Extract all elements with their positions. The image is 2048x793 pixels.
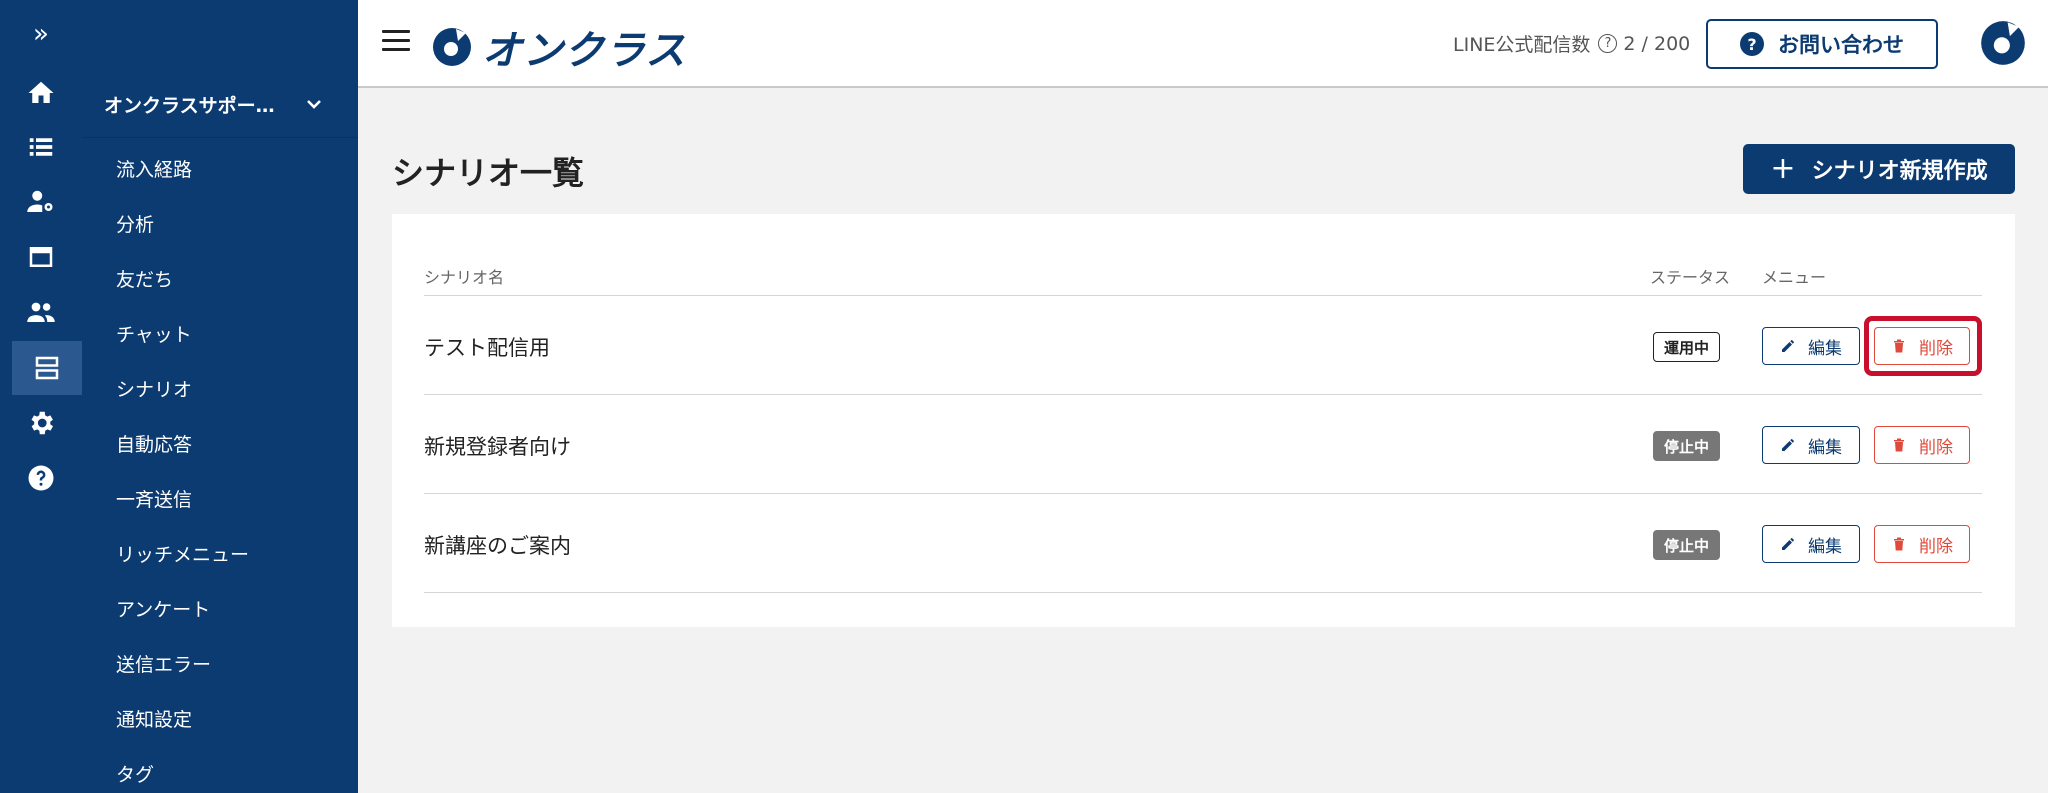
edit-button-label: 編集 [1808,338,1842,359]
table-row: テスト配信用 運用中 編集 削除 [424,296,1982,395]
sidebar-item-broadcast[interactable]: 一斉送信 [116,478,192,518]
contact-button-label: お問い合わせ [1778,33,1904,57]
top-header: オンクラス LINE公式配信数 ? 2 / 200 ? お問い合わせ [358,0,2048,88]
edit-button-label: 編集 [1808,437,1842,458]
rail-list[interactable] [0,120,82,174]
scenario-icon [35,356,59,380]
question-icon: ? [1740,32,1764,56]
sidebar-item-send-errors[interactable]: 送信エラー [116,643,211,683]
sidebar-item-label: 一斉送信 [116,488,193,511]
edit-button[interactable]: 編集 [1762,525,1860,563]
rail-settings[interactable] [0,396,82,450]
logo-mark-icon [433,28,471,66]
logo[interactable]: オンクラス [432,18,686,76]
column-header-menu: メニュー [1762,268,1827,287]
trash-icon [1894,438,1904,452]
scenario-name[interactable]: 新講座のご案内 [424,530,571,560]
contact-button[interactable]: ? お問い合わせ [1706,19,1938,69]
trash-icon [1894,537,1904,551]
sidebar-item-label: 通知設定 [116,708,193,731]
trash-icon [1894,339,1904,353]
sidebar-item-label: チャット [116,323,192,346]
edit-button[interactable]: 編集 [1762,426,1860,464]
rail-user-settings[interactable] [0,175,82,229]
sidebar-item-label: 分析 [116,213,155,236]
delivery-quota: LINE公式配信数 ? 2 / 200 [1453,30,1690,57]
account-selector[interactable]: オンクラスサポー… [82,72,358,138]
chevron-down-icon [307,100,321,109]
rail-help[interactable] [0,451,82,505]
sidebar-item-rich-menu[interactable]: リッチメニュー [116,533,249,573]
delete-button-label: 削除 [1919,338,1953,359]
quota-label: LINE公式配信数 [1453,34,1591,56]
pencil-icon [1782,439,1794,451]
scenario-table-card: シナリオ名 ステータス メニュー テスト配信用 運用中 編集 削除 新規登録者向… [392,214,2015,627]
quota-value: 2 / 200 [1623,32,1691,55]
sidebar-item-scenario[interactable]: シナリオ [116,368,192,408]
sidebar-item-label: 自動応答 [116,433,193,456]
pencil-icon [1782,340,1794,352]
icon-rail: » [0,0,82,793]
table-header: シナリオ名 ステータス メニュー [424,256,1982,296]
delete-button-label: 削除 [1919,536,1953,557]
page-title: シナリオ一覧 [392,154,585,192]
home-icon [28,81,54,103]
sidebar-item-label: アンケート [116,598,211,621]
sidebar-item-label: リッチメニュー [116,543,250,566]
rail-home[interactable] [0,66,82,120]
sidebar-item-label: 流入経路 [116,158,193,181]
rail-scenario[interactable] [12,341,82,395]
rail-people[interactable] [0,285,82,339]
expand-icon[interactable]: » [0,12,82,56]
sidebar-item-label: 友だち [116,268,174,291]
logo-text: オンクラス [482,28,687,74]
sidebar-item-chat[interactable]: チャット [116,313,192,353]
create-scenario-label: シナリオ新規作成 [1811,159,1988,184]
sidebar-item-notifications[interactable]: 通知設定 [116,698,192,738]
status-badge: 停止中 [1653,530,1721,560]
sidebar-item-survey[interactable]: アンケート [116,588,210,628]
user-settings-icon [27,190,53,212]
plus-icon: + [1770,151,1796,186]
account-name: オンクラスサポー… [104,95,275,117]
gear-icon [31,411,54,435]
status-badge: 停止中 [1653,431,1721,461]
delete-button[interactable]: 削除 [1874,426,1970,464]
people-icon [27,302,55,322]
sidebar-item-tags[interactable]: タグ [116,753,154,793]
sidebar-item-label: タグ [116,763,155,786]
edit-button[interactable]: 編集 [1762,327,1860,365]
column-header-status: ステータス [1650,268,1731,287]
sidebar-item-analysis[interactable]: 分析 [116,203,154,243]
sidebar-item-auto-reply[interactable]: 自動応答 [116,423,192,463]
sidebar: オンクラスサポー… 流入経路 分析 友だち チャット シナリオ 自動応答 一斉送… [82,0,358,793]
sidebar-item-label: 送信エラー [116,653,212,676]
avatar[interactable] [1980,20,2026,66]
list-icon [29,138,53,156]
column-header-name: シナリオ名 [424,268,505,287]
status-badge: 運用中 [1653,332,1721,362]
sidebar-item-label: シナリオ [116,378,193,401]
rail-window[interactable] [0,230,82,284]
table-row: 新講座のご案内 停止中 編集 削除 [424,494,1982,593]
scenario-name[interactable]: 新規登録者向け [424,431,571,461]
delete-button[interactable]: 削除 [1874,327,1970,365]
delete-button[interactable]: 削除 [1874,525,1970,563]
scenario-name[interactable]: テスト配信用 [424,332,550,362]
sidebar-item-inflow[interactable]: 流入経路 [116,148,192,188]
edit-button-label: 編集 [1808,536,1842,557]
window-icon [29,247,53,267]
pencil-icon [1782,538,1794,550]
table-row: 新規登録者向け 停止中 編集 削除 [424,395,1982,494]
help-icon [28,465,54,491]
hamburger-menu-icon[interactable] [382,30,410,54]
help-circle-icon[interactable]: ? [1598,34,1618,53]
create-scenario-button[interactable]: + シナリオ新規作成 [1743,144,2015,194]
delete-button-label: 削除 [1919,437,1953,458]
sidebar-item-friends[interactable]: 友だち [116,258,173,298]
